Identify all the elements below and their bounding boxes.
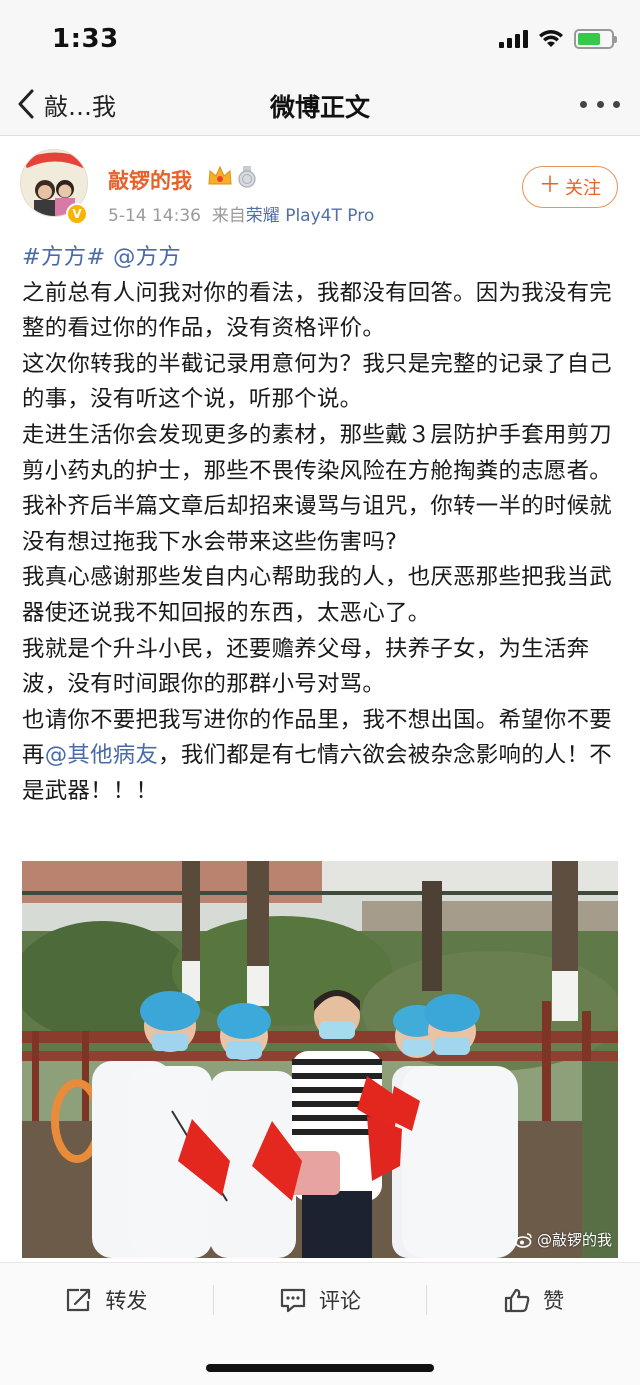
repost-icon: [67, 1288, 91, 1311]
battery-level: [578, 33, 601, 45]
post-paragraph: 之前总有人问我对你的看法，我都没有回答。因为我没有完整的看过你的作品，没有资格评…: [22, 279, 612, 342]
comment-button[interactable]: 评论: [214, 1263, 427, 1336]
crown-icon: [208, 165, 232, 185]
post-tags: #方方# @方方: [22, 240, 622, 276]
back-label: 敲…我: [44, 92, 116, 121]
mention-link[interactable]: @方方: [113, 244, 181, 270]
more-dot-icon: [613, 100, 620, 108]
status-time: 1:33: [52, 24, 119, 54]
home-indicator[interactable]: [206, 1364, 434, 1372]
wifi-icon: [539, 30, 563, 47]
photo-image: [22, 861, 618, 1258]
post-text: #方方# @方方 之前总有人问我对你的看法，我都没有回答。因为我没有完整的看过你…: [22, 240, 622, 810]
back-button[interactable]: 敲…我: [16, 86, 116, 122]
watermark-text: @敲锣的我: [536, 1231, 612, 1249]
more-dot-icon: [596, 100, 604, 108]
post-photo[interactable]: @敲锣的我: [22, 861, 618, 1258]
weibo-logo-icon: [514, 1232, 532, 1248]
action-bar: 转发 评论 赞: [0, 1262, 640, 1336]
like-button[interactable]: 赞: [427, 1263, 640, 1336]
verified-badge-icon: V: [66, 203, 88, 225]
repost-label: 转发: [105, 1288, 148, 1313]
post-header: V 敲锣的我 5-14 14:36 来自荣耀 Play4T Pro ＋ 关注: [0, 137, 640, 237]
source-prefix: 来自: [211, 206, 246, 226]
comment-label: 评论: [319, 1288, 361, 1313]
post-meta: 5-14 14:36 来自荣耀 Play4T Pro: [108, 201, 374, 226]
post-date: 5-14 14:36: [108, 206, 201, 226]
post-paragraph: 我真心感谢那些发自内心帮助我的人，也厌恶那些把我当武器使还说我不知回报的东西，太…: [22, 564, 612, 626]
medal-icon: [238, 166, 256, 188]
status-icons: [499, 28, 617, 50]
page-title: 微博正文: [269, 93, 370, 122]
comment-icon: [280, 1288, 306, 1312]
follow-button[interactable]: ＋ 关注: [522, 166, 618, 208]
post-paragraph: 我就是个升斗小民，还要赡养父母，扶养子女，为生活奔波，没有时间跟你的那群小号对骂…: [22, 635, 590, 698]
status-bar: 1:33: [0, 0, 640, 72]
post-paragraph: 这次你转我的半截记录用意何为？我只是完整的记录了自己的事，没有听这个说，听那个说…: [22, 350, 612, 413]
repost-button[interactable]: 转发: [0, 1263, 213, 1336]
battery-icon: [574, 29, 617, 49]
author-name[interactable]: 敲锣的我: [108, 165, 192, 195]
signal-icon: [499, 30, 528, 48]
post-paragraph: 我补齐后半篇文章后却招来谩骂与诅咒，你转一半的时候就没有想过拖我下水会带来这些伤…: [22, 493, 612, 555]
plus-icon: ＋: [538, 173, 561, 198]
post-paragraph: 走进生活你会发现更多的素材，那些戴３层防护手套用剪刀剪小药丸的护士，那些不畏传染…: [22, 421, 612, 484]
follow-label: 关注: [565, 178, 601, 199]
device-source[interactable]: 荣耀 Play4T Pro: [246, 206, 374, 226]
topic-tag[interactable]: #方方#: [22, 244, 106, 270]
more-button[interactable]: [580, 90, 620, 118]
chevron-left-icon: [18, 89, 34, 119]
post-paragraph: 也请你不要把我写进你的作品里，我不想出国。希望你不要再@其他病友，我们都是有七情…: [22, 703, 622, 810]
like-label: 赞: [543, 1288, 565, 1313]
thumbs-up-icon: [505, 1288, 530, 1312]
photo-watermark: @敲锣的我: [514, 1229, 612, 1250]
mention-link[interactable]: @其他病友: [45, 742, 158, 768]
more-dot-icon: [580, 100, 587, 108]
home-indicator-area: [0, 1336, 640, 1385]
nav-bar: 敲…我 微博正文: [0, 72, 640, 136]
